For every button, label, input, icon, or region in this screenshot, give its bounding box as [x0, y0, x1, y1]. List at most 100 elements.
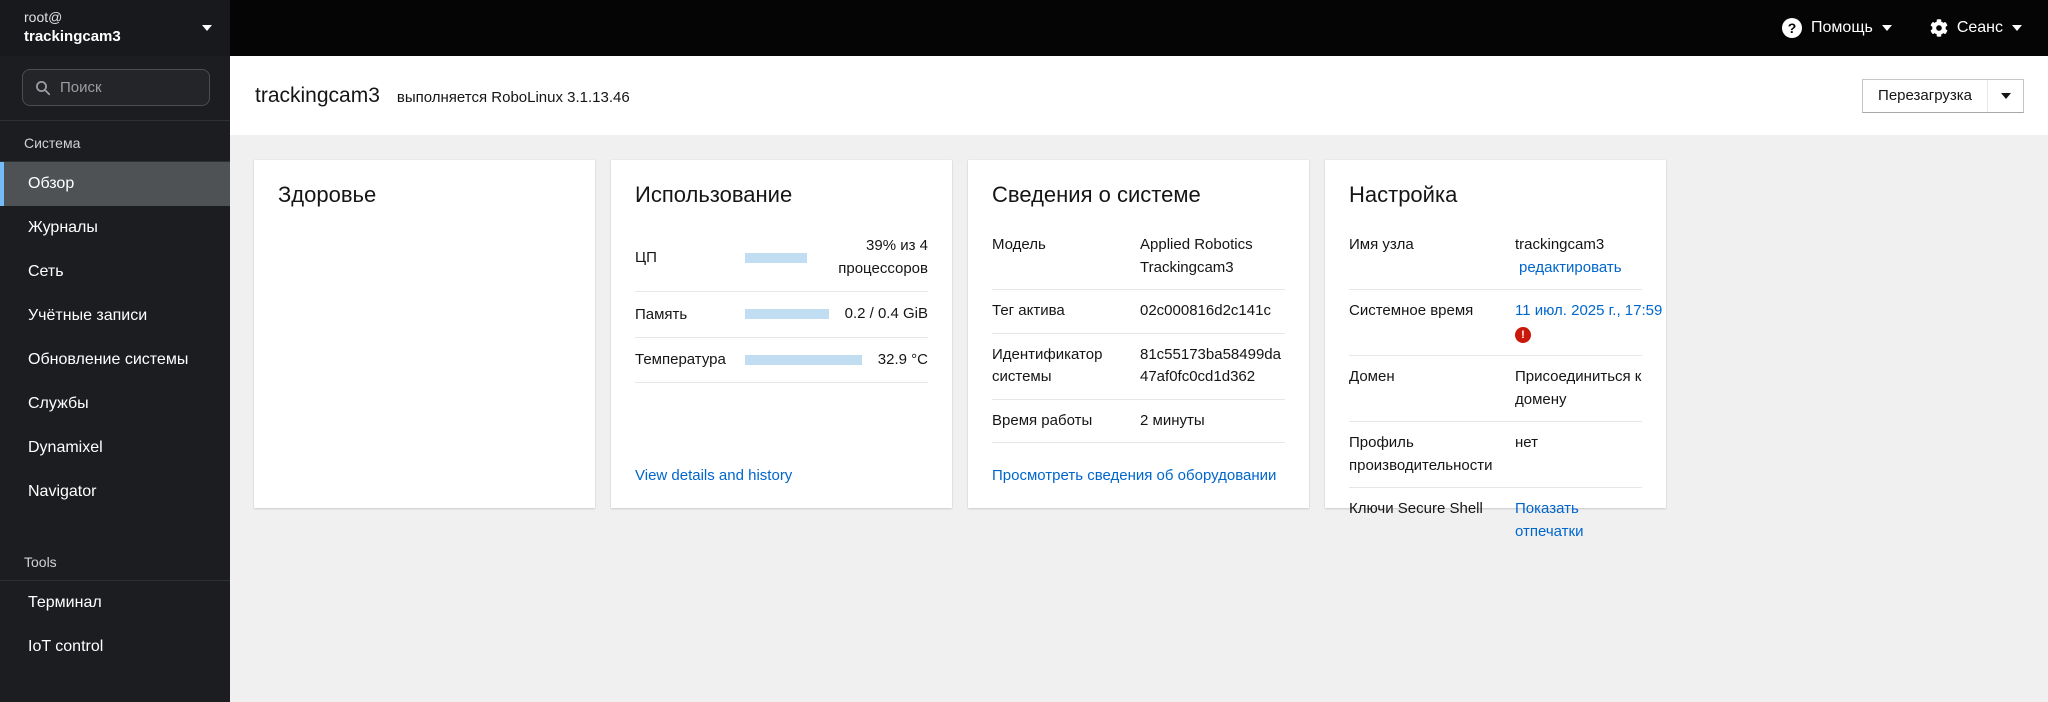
usage-row-memory: Память 0.2 / 0.4 GiB [635, 292, 928, 338]
chevron-down-icon [2012, 25, 2022, 31]
config-row-performance-profile: Профиль производительности нет [1349, 422, 1642, 488]
cpu-label: ЦП [635, 249, 657, 266]
temperature-progress-bar [745, 354, 862, 365]
performance-profile-label: Профиль производительности [1349, 434, 1493, 474]
restart-split-button[interactable]: Перезагрузка [1862, 78, 2024, 113]
search-box[interactable] [22, 69, 210, 106]
info-row-model: Модель Applied Robotics Trackingcam3 [992, 224, 1285, 290]
restart-button-label[interactable]: Перезагрузка [1863, 80, 1987, 112]
model-label: Модель [992, 236, 1046, 253]
machine-id-label: Идентификатор системы [992, 345, 1103, 386]
temperature-value: 32.9 °C [877, 350, 928, 368]
sidebar: root@ trackingcam3 Система Обзор Журналы [0, 0, 230, 702]
hardware-details-link[interactable]: Просмотреть сведения об оборудовании [992, 467, 1276, 484]
system-info-card: Сведения о системе Модель Applied Roboti… [968, 160, 1309, 508]
sidebar-item-terminal[interactable]: Терминал [0, 581, 230, 625]
sidebar-item-network[interactable]: Сеть [0, 250, 230, 294]
config-row-ssh-keys: Ключи Secure Shell Показать отпечатки [1349, 488, 1642, 553]
sidebar-item-updates[interactable]: Обновление системы [0, 338, 230, 382]
usage-row-temperature: Температура 32.9 °C [635, 338, 928, 383]
search-input[interactable] [60, 79, 197, 96]
ssh-fingerprints-link[interactable]: Показать отпечатки [1515, 498, 1642, 543]
domain-label: Домен [1349, 368, 1395, 385]
configuration-card: Настройка Имя узла trackingcam3 редактир… [1325, 160, 1666, 540]
nav-section-system: Система Обзор Журналы Сеть Учётные запис… [0, 121, 230, 514]
info-row-machine-id: Идентификатор системы 81c55173ba58499da4… [992, 334, 1285, 400]
help-menu[interactable]: Помощь [1782, 18, 1892, 38]
host-switcher[interactable]: root@ trackingcam3 [0, 0, 230, 56]
config-row-hostname: Имя узла trackingcam3 редактировать [1349, 224, 1642, 290]
help-menu-label: Помощь [1811, 19, 1873, 36]
system-info-card-title: Сведения о системе [992, 182, 1201, 207]
config-row-system-time: Системное время 11 июл. 2025 г., 17:59 [1349, 290, 1662, 356]
main-area: Помощь Сеанс trackingcam3 выполняется Ro… [230, 0, 2048, 702]
usage-card-title: Использование [635, 182, 793, 207]
nav-section-tools: Tools Терминал IoT control [0, 540, 230, 669]
performance-profile-value: нет [1515, 434, 1538, 451]
usage-card: Использование ЦП 39% из 4 процессоров Па… [611, 160, 952, 508]
sidebar-item-services[interactable]: Службы [0, 382, 230, 426]
logged-in-user: root@ [24, 9, 63, 26]
system-time-link[interactable]: 11 июл. 2025 г., 17:59 [1515, 302, 1662, 319]
nav-section-title-tools: Tools [24, 554, 57, 570]
uptime-label: Время работы [992, 411, 1093, 429]
overview-content: Здоровье Использование ЦП 39% из 4 проце… [230, 135, 2048, 702]
sidebar-item-overview[interactable]: Обзор [0, 162, 230, 206]
memory-progress-bar [745, 309, 829, 320]
card-grid: Здоровье Использование ЦП 39% из 4 проце… [254, 160, 2024, 540]
hostname-value: trackingcam3 [1515, 236, 1605, 253]
health-card-title: Здоровье [278, 182, 377, 207]
cpu-value: 39% из 4 процессоров [838, 237, 928, 277]
nav-items-tools: Терминал IoT control [0, 580, 230, 669]
asset-tag-label: Тег актива [992, 302, 1065, 319]
health-card: Здоровье [254, 160, 595, 508]
page-title: trackingcam3 [255, 83, 380, 107]
usage-details-link[interactable]: View details and history [635, 467, 792, 484]
session-menu[interactable]: Сеанс [1930, 19, 2022, 37]
os-subtitle: выполняется RoboLinux 3.1.13.46 [396, 88, 630, 106]
configuration-card-title: Настройка [1349, 182, 1458, 207]
config-row-domain: Домен Присоединиться к домену [1349, 356, 1642, 422]
info-row-uptime: Время работы 2 минуты [992, 400, 1285, 443]
gear-icon [1930, 19, 1948, 37]
hostname-value-cell: trackingcam3 редактировать [1515, 234, 1642, 279]
system-time-label: Системное время [1349, 302, 1474, 319]
machine-id-value: 81c55173ba58499da47af0fc0cd1d362 [1140, 345, 1281, 386]
temperature-label: Температура [635, 351, 726, 369]
model-value: Applied Robotics Trackingcam3 [1140, 236, 1253, 276]
hostname-edit-link[interactable]: редактировать [1519, 257, 1622, 280]
help-icon [1782, 18, 1803, 38]
sidebar-item-iot-control[interactable]: IoT control [0, 625, 230, 669]
hostname-label: Имя узла [1349, 236, 1414, 253]
domain-join-value[interactable]: Присоединиться к домену [1515, 366, 1642, 411]
usage-row-cpu: ЦП 39% из 4 процессоров [635, 224, 928, 292]
search-icon [36, 80, 51, 95]
sidebar-nav: Система Обзор Журналы Сеть Учётные запис… [0, 120, 230, 702]
chevron-down-icon [202, 25, 212, 31]
page-header: trackingcam3 выполняется RoboLinux 3.1.1… [230, 56, 2048, 135]
sidebar-item-logs[interactable]: Журналы [0, 206, 230, 250]
cpu-progress-bar [745, 252, 807, 263]
sidebar-item-accounts[interactable]: Учётные записи [0, 294, 230, 338]
page-title-group: trackingcam3 выполняется RoboLinux 3.1.1… [255, 84, 630, 108]
masthead: Помощь Сеанс [230, 0, 2048, 56]
asset-tag-value: 02c000816d2c141c [1140, 302, 1271, 319]
current-host: trackingcam3 [24, 28, 121, 46]
restart-dropdown-toggle[interactable] [1987, 79, 2023, 112]
ssh-keys-label: Ключи Secure Shell [1349, 500, 1483, 517]
nav-items-system: Обзор Журналы Сеть Учётные записи Обновл… [0, 161, 230, 514]
uptime-value: 2 минуты [1140, 411, 1205, 429]
sidebar-item-dynamixel[interactable]: Dynamixel [0, 426, 230, 470]
memory-value: 0.2 / 0.4 GiB [844, 305, 928, 322]
time-sync-warning-icon[interactable] [1515, 326, 1531, 343]
info-row-asset-tag: Тег актива 02c000816d2c141c [992, 290, 1285, 334]
chevron-down-icon [2000, 92, 2011, 99]
host-switcher-text: root@ trackingcam3 [24, 8, 121, 47]
memory-label: Память [635, 305, 688, 323]
system-time-cell: 11 июл. 2025 г., 17:59 [1515, 300, 1662, 345]
sidebar-search-area [0, 56, 230, 120]
sidebar-item-navigator[interactable]: Navigator [0, 470, 230, 514]
session-menu-label: Сеанс [1956, 19, 2003, 36]
nav-section-title-system: Система [24, 135, 81, 151]
chevron-down-icon [1881, 25, 1892, 31]
